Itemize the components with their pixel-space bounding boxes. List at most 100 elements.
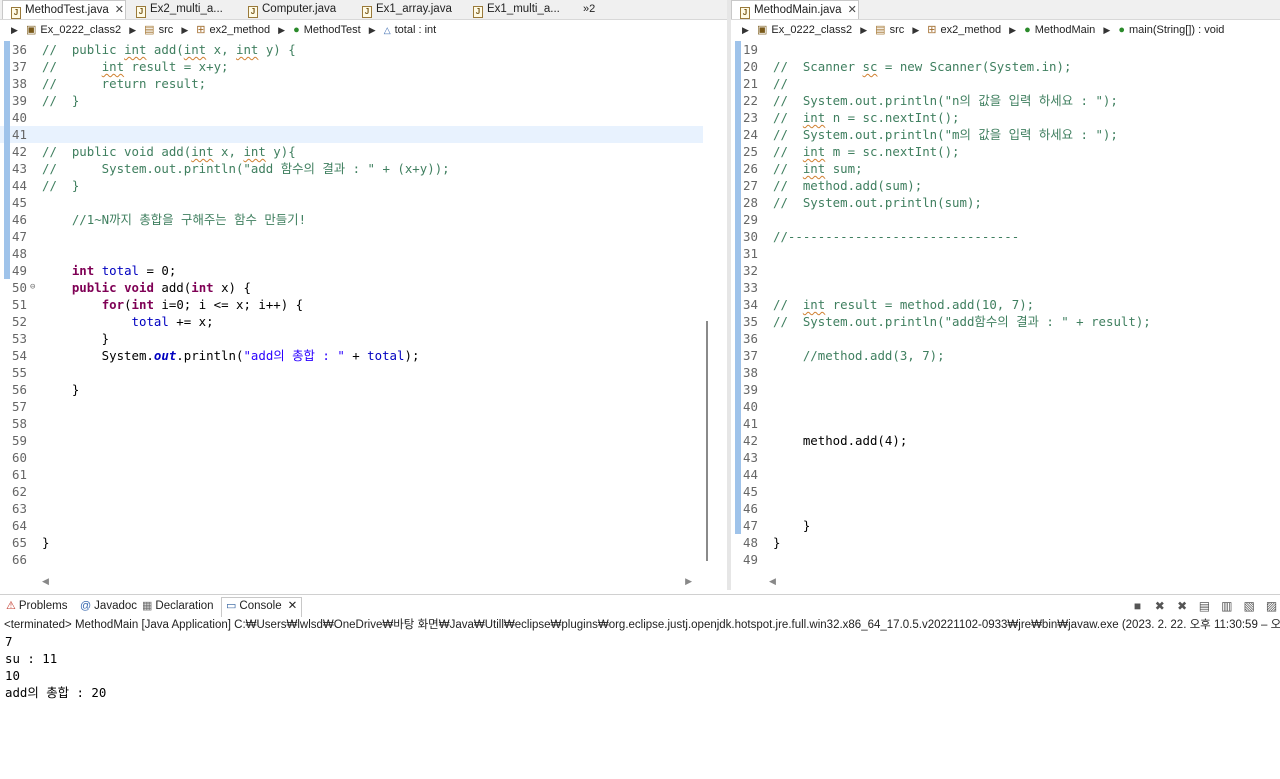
code-line[interactable]: 41 <box>0 126 710 143</box>
chevron-right-icon[interactable]: ▶ <box>11 20 18 41</box>
chevron-right-icon[interactable]: ▶ <box>1009 20 1016 41</box>
tab-console[interactable]: ▭ Console ✕ <box>221 597 303 617</box>
breadcrumb-src[interactable]: ▤ src <box>875 20 904 41</box>
chevron-right-icon[interactable]: ▶ <box>278 20 285 41</box>
code-line[interactable]: 66 <box>0 551 710 568</box>
code-line[interactable]: 51 for(int i=0; i <= x; i++) { <box>0 296 710 313</box>
code-line[interactable]: 20 // Scanner sc = new Scanner(System.in)… <box>731 58 1280 75</box>
code-line[interactable]: 43 // System.out.println("add 함수의 결과 : " … <box>0 160 710 177</box>
code-line[interactable]: 32 <box>731 262 1280 279</box>
scroll-left-icon[interactable]: ◀ <box>769 575 776 587</box>
code-editor-methodmain[interactable]: 19 20 // Scanner sc = new Scanner(System.i… <box>731 41 1280 575</box>
code-line[interactable]: 59 <box>0 432 710 449</box>
code-line[interactable]: 30 //------------------------------- <box>731 228 1280 245</box>
fold-collapse-icon[interactable]: ⊖ <box>30 279 35 296</box>
code-line[interactable]: 36 // public int add(int x, int y) { <box>0 41 710 58</box>
code-line[interactable]: 52 total += x; <box>0 313 710 330</box>
breadcrumb-src[interactable]: ▤ src <box>144 20 173 41</box>
close-icon[interactable]: ✕ <box>288 600 298 612</box>
remove-all-terminated-icon[interactable]: ✖ <box>1174 598 1191 614</box>
scroll-right-icon[interactable]: ▶ <box>685 575 692 587</box>
tab-computer[interactable]: J Computer.java <box>240 0 352 19</box>
chevron-right-icon[interactable]: ▶ <box>912 20 919 41</box>
clear-console-icon[interactable]: ▤ <box>1196 598 1213 614</box>
word-wrap-icon[interactable]: ▧ <box>1241 598 1258 614</box>
close-icon[interactable]: ✕ <box>848 4 857 16</box>
code-line[interactable]: 46 <box>731 500 1280 517</box>
code-line[interactable]: 31 <box>731 245 1280 262</box>
code-line[interactable]: 61 <box>0 466 710 483</box>
code-line[interactable]: 47 <box>0 228 710 245</box>
close-icon[interactable]: ✕ <box>115 4 124 16</box>
code-line[interactable]: 26 // int sum; <box>731 160 1280 177</box>
scroll-left-icon[interactable]: ◀ <box>42 575 49 587</box>
code-line[interactable]: 37 //method.add(3, 7); <box>731 347 1280 364</box>
horizontal-scrollbar[interactable]: ◀ ▶ <box>40 575 700 587</box>
code-line[interactable]: 41 <box>731 415 1280 432</box>
breadcrumb-project[interactable]: ▣ Ex_0222_class2 <box>757 20 852 41</box>
code-line[interactable]: 44 <box>731 466 1280 483</box>
code-line[interactable]: 22 // System.out.println("n의 값을 입력 하세요 : … <box>731 92 1280 109</box>
code-line[interactable]: 38 // return result; <box>0 75 710 92</box>
code-line[interactable]: 42 method.add(4); <box>731 432 1280 449</box>
code-line[interactable]: 49 <box>731 551 1280 568</box>
code-line[interactable]: 55 <box>0 364 710 381</box>
remove-launch-icon[interactable]: ✖ <box>1151 598 1168 614</box>
breadcrumb-field[interactable]: △ total : int <box>384 20 437 41</box>
code-line[interactable]: 34 // int result = method.add(10, 7); <box>731 296 1280 313</box>
tab-ex2-multi[interactable]: J Ex2_multi_a... <box>128 0 243 19</box>
breadcrumb-package[interactable]: ⊞ ex2_method <box>196 20 270 41</box>
chevron-right-icon[interactable]: ▶ <box>129 20 136 41</box>
code-line[interactable]: 39 <box>731 381 1280 398</box>
code-line[interactable]: 58 <box>0 415 710 432</box>
chevron-right-icon[interactable]: ▶ <box>860 20 867 41</box>
code-line[interactable]: 48 <box>0 245 710 262</box>
code-line[interactable]: 40 <box>731 398 1280 415</box>
vertical-scrollbar[interactable] <box>703 41 713 575</box>
tab-overflow-button[interactable]: »2 <box>583 0 595 19</box>
breadcrumb-class[interactable]: ● MethodMain <box>1024 20 1095 41</box>
code-line[interactable]: 62 <box>0 483 710 500</box>
code-line[interactable]: 28 // System.out.println(sum); <box>731 194 1280 211</box>
chevron-right-icon[interactable]: ▶ <box>742 20 749 41</box>
code-line[interactable]: 64 <box>0 517 710 534</box>
breadcrumb-package[interactable]: ⊞ ex2_method <box>927 20 1001 41</box>
code-line[interactable]: 37 // int result = x+y; <box>0 58 710 75</box>
scrollbar-thumb[interactable] <box>706 321 708 561</box>
code-line[interactable]: 46 //1~N까지 총합을 구해주는 함수 만들기! <box>0 211 710 228</box>
code-line[interactable]: 39 // } <box>0 92 710 109</box>
breadcrumb-class[interactable]: ● MethodTest <box>293 20 361 41</box>
chevron-right-icon[interactable]: ▶ <box>181 20 188 41</box>
code-line[interactable]: 23 // int n = sc.nextInt(); <box>731 109 1280 126</box>
breadcrumb-method[interactable]: ● main(String[]) : void <box>1118 20 1224 41</box>
chevron-right-icon[interactable]: ▶ <box>369 20 376 41</box>
code-line[interactable]: 29 <box>731 211 1280 228</box>
tab-ex1-multi[interactable]: J Ex1_multi_a... <box>465 0 580 19</box>
code-line[interactable]: 53 } <box>0 330 710 347</box>
code-line[interactable]: 49 int total = 0; <box>0 262 710 279</box>
code-line[interactable]: 40 <box>0 109 710 126</box>
code-line[interactable]: 33 <box>731 279 1280 296</box>
code-line[interactable]: 47 } <box>731 517 1280 534</box>
code-line[interactable]: 38 <box>731 364 1280 381</box>
code-line[interactable]: 36 <box>731 330 1280 347</box>
code-line[interactable]: 50 ⊖ public void add(int x) { <box>0 279 710 296</box>
scroll-lock-icon[interactable]: ▥ <box>1218 598 1235 614</box>
tab-ex1-array[interactable]: J Ex1_array.java <box>354 0 466 19</box>
breadcrumb-project[interactable]: ▣ Ex_0222_class2 <box>26 20 121 41</box>
tab-methodmain[interactable]: J MethodMain.java ✕ <box>731 0 859 19</box>
tab-declaration[interactable]: ▦ Declaration <box>142 598 214 615</box>
code-line[interactable]: 21 // <box>731 75 1280 92</box>
tab-methodtest[interactable]: J MethodTest.java ✕ <box>2 0 126 19</box>
tab-problems[interactable]: ⚠ Problems <box>6 598 67 615</box>
code-line[interactable]: 48} <box>731 534 1280 551</box>
tab-javadoc[interactable]: @ Javadoc <box>80 598 137 615</box>
pin-console-icon[interactable]: ▨ <box>1263 598 1280 614</box>
code-line[interactable]: 44 // } <box>0 177 710 194</box>
console-output[interactable]: 7 su : 11 10 add의 총합 : 20 <box>0 633 1280 701</box>
code-line[interactable]: 24 // System.out.println("m의 값을 입력 하세요 : … <box>731 126 1280 143</box>
terminate-icon[interactable]: ■ <box>1129 598 1146 614</box>
code-line[interactable]: 43 <box>731 449 1280 466</box>
code-editor-methodtest[interactable]: 36 // public int add(int x, int y) {37 // … <box>0 41 710 575</box>
code-line[interactable]: 60 <box>0 449 710 466</box>
